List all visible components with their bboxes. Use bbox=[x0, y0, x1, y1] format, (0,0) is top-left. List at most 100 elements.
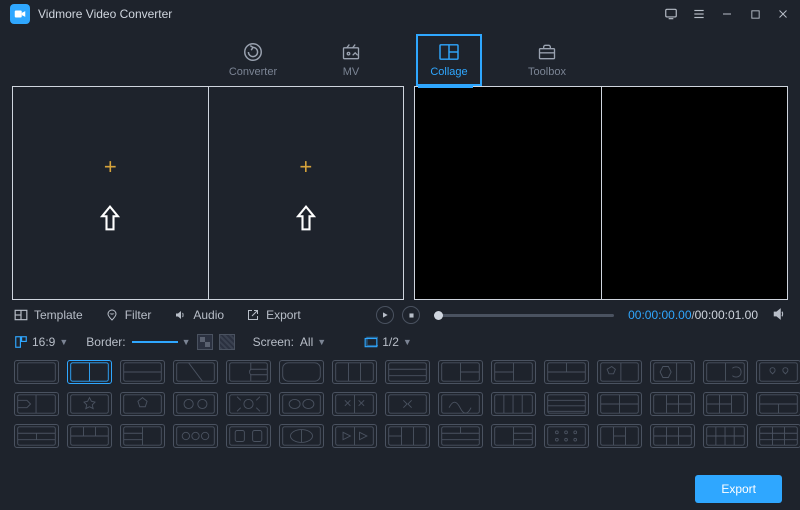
subtab-audio[interactable]: Audio bbox=[173, 308, 224, 322]
border-pattern-swatch[interactable] bbox=[219, 334, 235, 350]
template-item[interactable] bbox=[385, 424, 430, 448]
aspect-select[interactable]: 16:9 ▼ bbox=[14, 335, 68, 349]
volume-icon[interactable] bbox=[772, 307, 786, 324]
add-icon: + bbox=[104, 154, 117, 180]
collage-icon bbox=[438, 42, 460, 62]
tab-converter[interactable]: Converter bbox=[220, 34, 286, 86]
template-item[interactable] bbox=[279, 424, 324, 448]
seek-track[interactable] bbox=[434, 314, 614, 317]
subtab-label: Template bbox=[34, 308, 83, 322]
border-color-swatch[interactable] bbox=[197, 334, 213, 350]
border-label: Border: bbox=[86, 335, 125, 349]
screens-count-select[interactable]: 1/2 ▼ bbox=[364, 335, 412, 349]
template-item[interactable] bbox=[332, 392, 377, 416]
tab-mv[interactable]: MV bbox=[318, 34, 384, 86]
tab-label: Collage bbox=[430, 66, 467, 78]
template-item[interactable] bbox=[650, 392, 695, 416]
arrow-up-icon bbox=[99, 204, 121, 232]
chevron-down-icon: ▼ bbox=[182, 337, 191, 347]
template-item[interactable] bbox=[703, 392, 748, 416]
template-item[interactable] bbox=[67, 424, 112, 448]
template-item[interactable] bbox=[597, 424, 642, 448]
workspace: + + bbox=[0, 86, 800, 300]
minimize-icon[interactable] bbox=[720, 7, 734, 21]
template-item[interactable] bbox=[173, 424, 218, 448]
stop-button[interactable] bbox=[402, 306, 420, 324]
template-item[interactable] bbox=[438, 424, 483, 448]
audio-icon bbox=[173, 308, 187, 322]
template-item[interactable] bbox=[650, 424, 695, 448]
template-item[interactable] bbox=[491, 360, 536, 384]
template-item[interactable] bbox=[279, 360, 324, 384]
screens-icon bbox=[364, 336, 378, 348]
collage-slot-1[interactable]: + bbox=[13, 87, 209, 299]
template-item[interactable] bbox=[650, 360, 695, 384]
template-item[interactable] bbox=[544, 360, 589, 384]
template-item[interactable] bbox=[756, 392, 800, 416]
maximize-icon[interactable] bbox=[748, 7, 762, 21]
chevron-down-icon: ▼ bbox=[59, 337, 68, 347]
border-style-select[interactable]: ▼ bbox=[132, 337, 191, 347]
template-item[interactable] bbox=[385, 392, 430, 416]
template-item[interactable] bbox=[67, 360, 112, 384]
titlebar: Vidmore Video Converter bbox=[0, 0, 800, 28]
feedback-icon[interactable] bbox=[664, 7, 678, 21]
tab-label: Converter bbox=[229, 66, 277, 78]
screen-select[interactable]: All▼ bbox=[300, 335, 326, 349]
template-item[interactable] bbox=[226, 392, 271, 416]
template-item[interactable] bbox=[544, 424, 589, 448]
template-item[interactable] bbox=[756, 424, 800, 448]
mv-icon bbox=[340, 42, 362, 62]
options-row: 16:9 ▼ Border: ▼ Screen: All▼ 1/2 ▼ bbox=[0, 330, 800, 358]
border-line-preview bbox=[132, 341, 178, 343]
tab-underline bbox=[418, 86, 473, 88]
template-item[interactable] bbox=[597, 360, 642, 384]
seek-knob[interactable] bbox=[434, 311, 443, 320]
template-item[interactable] bbox=[279, 392, 324, 416]
filter-icon bbox=[105, 308, 119, 322]
template-item[interactable] bbox=[438, 392, 483, 416]
close-icon[interactable] bbox=[776, 7, 790, 21]
template-item[interactable] bbox=[438, 360, 483, 384]
add-icon: + bbox=[299, 154, 312, 180]
template-item[interactable] bbox=[703, 360, 748, 384]
template-item[interactable] bbox=[544, 392, 589, 416]
app-logo bbox=[10, 4, 30, 24]
template-item[interactable] bbox=[14, 360, 59, 384]
template-item[interactable] bbox=[173, 360, 218, 384]
template-item[interactable] bbox=[597, 392, 642, 416]
template-item[interactable] bbox=[491, 424, 536, 448]
template-item[interactable] bbox=[120, 424, 165, 448]
subtab-template[interactable]: Template bbox=[14, 308, 83, 322]
template-item[interactable] bbox=[14, 392, 59, 416]
export-button[interactable]: Export bbox=[695, 475, 782, 503]
export-icon bbox=[246, 308, 260, 322]
template-item[interactable] bbox=[332, 424, 377, 448]
time-current: 00:00:00.00 bbox=[628, 308, 691, 322]
app-title: Vidmore Video Converter bbox=[38, 7, 664, 21]
template-item[interactable] bbox=[756, 360, 800, 384]
template-item[interactable] bbox=[226, 360, 271, 384]
template-item[interactable] bbox=[67, 392, 112, 416]
subtab-export[interactable]: Export bbox=[246, 308, 301, 322]
border-group: Border: ▼ bbox=[86, 334, 234, 350]
template-item[interactable] bbox=[14, 424, 59, 448]
template-item[interactable] bbox=[332, 360, 377, 384]
collage-slot-2[interactable]: + bbox=[209, 87, 404, 299]
template-item[interactable] bbox=[703, 424, 748, 448]
template-item[interactable] bbox=[173, 392, 218, 416]
screen-value: All bbox=[300, 335, 313, 349]
chevron-down-icon: ▼ bbox=[403, 337, 412, 347]
play-button[interactable] bbox=[376, 306, 394, 324]
tab-toolbox[interactable]: Toolbox bbox=[514, 34, 580, 86]
template-item[interactable] bbox=[385, 360, 430, 384]
template-icon bbox=[14, 308, 28, 322]
template-item[interactable] bbox=[120, 360, 165, 384]
template-item[interactable] bbox=[491, 392, 536, 416]
tab-collage[interactable]: Collage bbox=[416, 34, 482, 86]
menu-icon[interactable] bbox=[692, 7, 706, 21]
template-item[interactable] bbox=[226, 424, 271, 448]
template-item[interactable] bbox=[120, 392, 165, 416]
template-grid bbox=[0, 358, 800, 462]
subtab-filter[interactable]: Filter bbox=[105, 308, 152, 322]
